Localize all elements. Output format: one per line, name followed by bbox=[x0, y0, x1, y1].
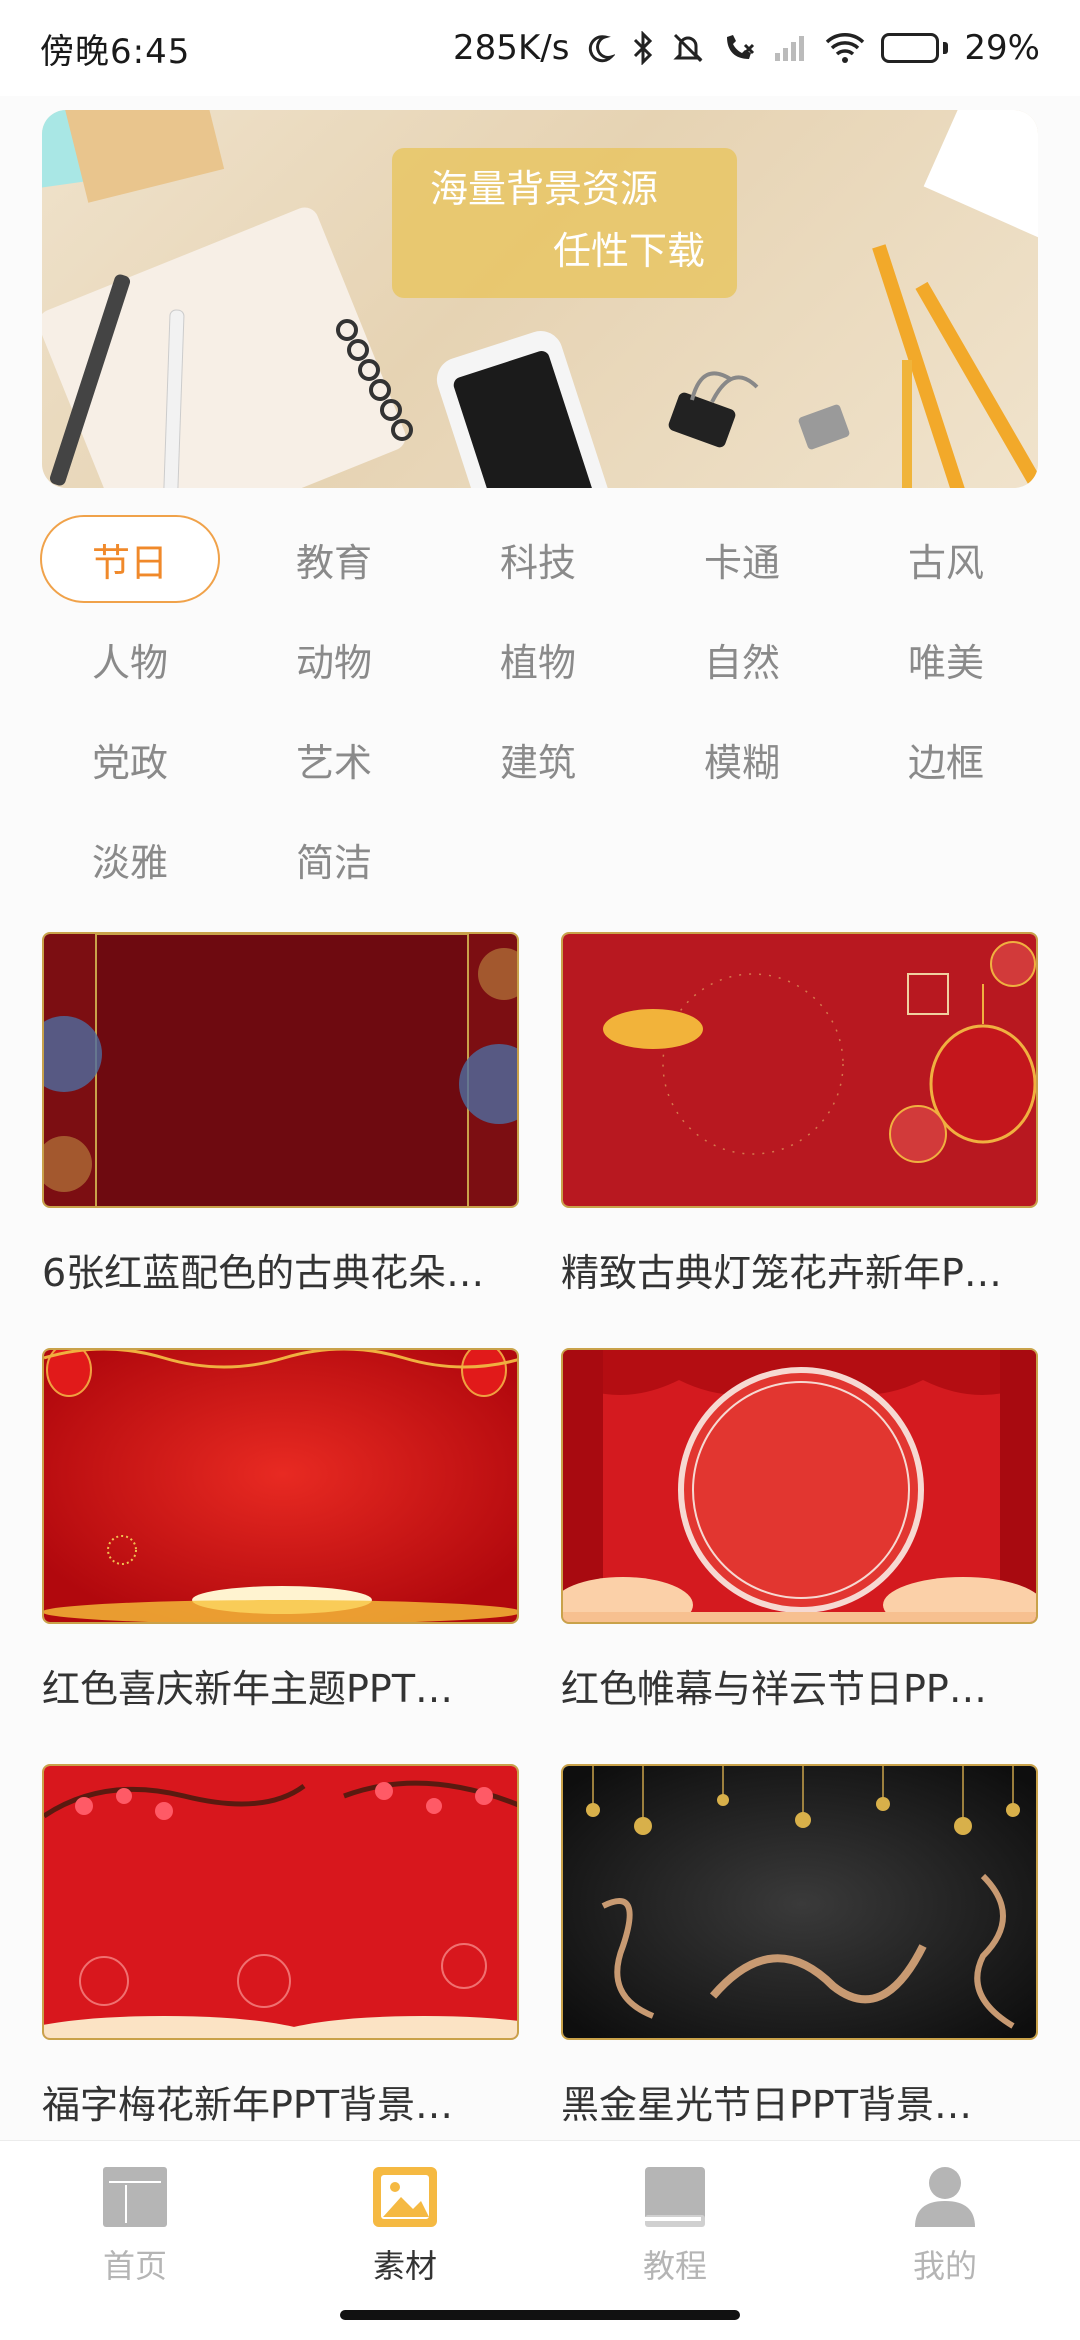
card-title: 6张红蓝配色的古典花朵… bbox=[42, 1251, 485, 1295]
category-chip[interactable]: 模糊 bbox=[652, 715, 832, 803]
nav-label: 我的 bbox=[912, 2247, 977, 2285]
category-chip[interactable]: 植物 bbox=[448, 615, 628, 703]
category-chip[interactable]: 自然 bbox=[652, 615, 832, 703]
banner-caption: 海量背景资源 任性下载 bbox=[392, 148, 737, 298]
book-icon bbox=[645, 2167, 705, 2227]
category-chip[interactable]: 党政 bbox=[40, 715, 220, 803]
image-icon bbox=[373, 2167, 437, 2227]
card-title: 福字梅花新年PPT背景… bbox=[42, 2083, 454, 2127]
category-chip[interactable]: 艺术 bbox=[244, 715, 424, 803]
material-card[interactable]: 红色喜庆新年主题PPT… bbox=[42, 1348, 519, 1764]
nav-label: 素材 bbox=[372, 2247, 437, 2285]
material-card[interactable]: 精致古典灯笼花卉新年P… bbox=[561, 932, 1038, 1348]
nav-label: 教程 bbox=[642, 2247, 707, 2285]
card-title: 红色帷幕与祥云节日PP… bbox=[561, 1667, 987, 1711]
material-card[interactable]: 福字梅花新年PPT背景… bbox=[42, 1764, 519, 2180]
card-thumbnail bbox=[42, 932, 519, 1208]
net-speed: 285K/s bbox=[453, 28, 570, 68]
banner-title: 海量背景资源 bbox=[430, 167, 659, 211]
category-chip[interactable]: 人物 bbox=[40, 615, 220, 703]
wifi-icon bbox=[825, 32, 865, 64]
nav-profile[interactable]: 我的 bbox=[810, 2141, 1080, 2340]
category-chip[interactable]: 边框 bbox=[856, 715, 1036, 803]
nav-home[interactable]: 首页 bbox=[0, 2141, 270, 2340]
category-chip[interactable]: 古风 bbox=[856, 515, 1036, 603]
bluetooth-icon bbox=[631, 31, 655, 65]
category-chip[interactable]: 建筑 bbox=[448, 715, 628, 803]
nav-label: 首页 bbox=[102, 2247, 167, 2285]
card-thumbnail bbox=[42, 1348, 519, 1624]
home-indicator[interactable] bbox=[340, 2310, 740, 2320]
promo-banner[interactable]: 海量背景资源 任性下载 bbox=[42, 110, 1038, 488]
card-title: 红色喜庆新年主题PPT… bbox=[42, 1667, 454, 1711]
app-screen: 傍晚6:45 285K/s 29% 海量背景资源 任性下载 节日 教育 科技 卡… bbox=[0, 0, 1080, 2340]
card-thumbnail bbox=[561, 932, 1038, 1208]
call-forward-icon bbox=[721, 31, 757, 65]
battery-icon bbox=[881, 33, 949, 63]
category-chip[interactable]: 动物 bbox=[244, 615, 424, 703]
category-chip[interactable]: 节日 bbox=[40, 515, 220, 603]
category-chip[interactable]: 唯美 bbox=[856, 615, 1036, 703]
category-tabs: 节日 教育 科技 卡通 古风人物 动物 植物 自然 唯美党政 艺术 建筑 模糊 边框淡雅 简洁 bbox=[40, 515, 1040, 903]
category-chip[interactable]: 淡雅 bbox=[40, 815, 220, 903]
battery-percent: 29% bbox=[964, 28, 1040, 68]
material-grid: 6张红蓝配色的古典花朵… 精致古典灯笼花卉新年P… 红色喜庆新年主题PPT… 红… bbox=[42, 932, 1038, 2180]
category-chip[interactable]: 教育 bbox=[244, 515, 424, 603]
card-thumbnail bbox=[561, 1348, 1038, 1624]
status-bar: 傍晚6:45 285K/s 29% bbox=[0, 0, 1080, 96]
banner-subtitle: 任性下载 bbox=[552, 229, 705, 273]
category-chip[interactable]: 简洁 bbox=[244, 815, 424, 903]
category-chip[interactable]: 科技 bbox=[448, 515, 628, 603]
moon-icon bbox=[585, 33, 616, 63]
category-chip[interactable]: 卡通 bbox=[652, 515, 832, 603]
card-thumbnail bbox=[42, 1764, 519, 2040]
signal-icon bbox=[773, 33, 809, 63]
card-thumbnail bbox=[561, 1764, 1038, 2040]
status-indicators: 285K/s 29% bbox=[453, 28, 1040, 68]
material-card[interactable]: 黑金星光节日PPT背景… bbox=[561, 1764, 1038, 2180]
home-icon bbox=[103, 2167, 167, 2227]
material-card[interactable]: 红色帷幕与祥云节日PP… bbox=[561, 1348, 1038, 1764]
card-title: 黑金星光节日PPT背景… bbox=[561, 2083, 973, 2127]
user-icon bbox=[915, 2167, 975, 2227]
card-title: 精致古典灯笼花卉新年P… bbox=[561, 1251, 1002, 1295]
material-card[interactable]: 6张红蓝配色的古典花朵… bbox=[42, 932, 519, 1348]
status-time: 傍晚6:45 bbox=[40, 31, 191, 72]
mute-bell-icon bbox=[671, 31, 705, 65]
